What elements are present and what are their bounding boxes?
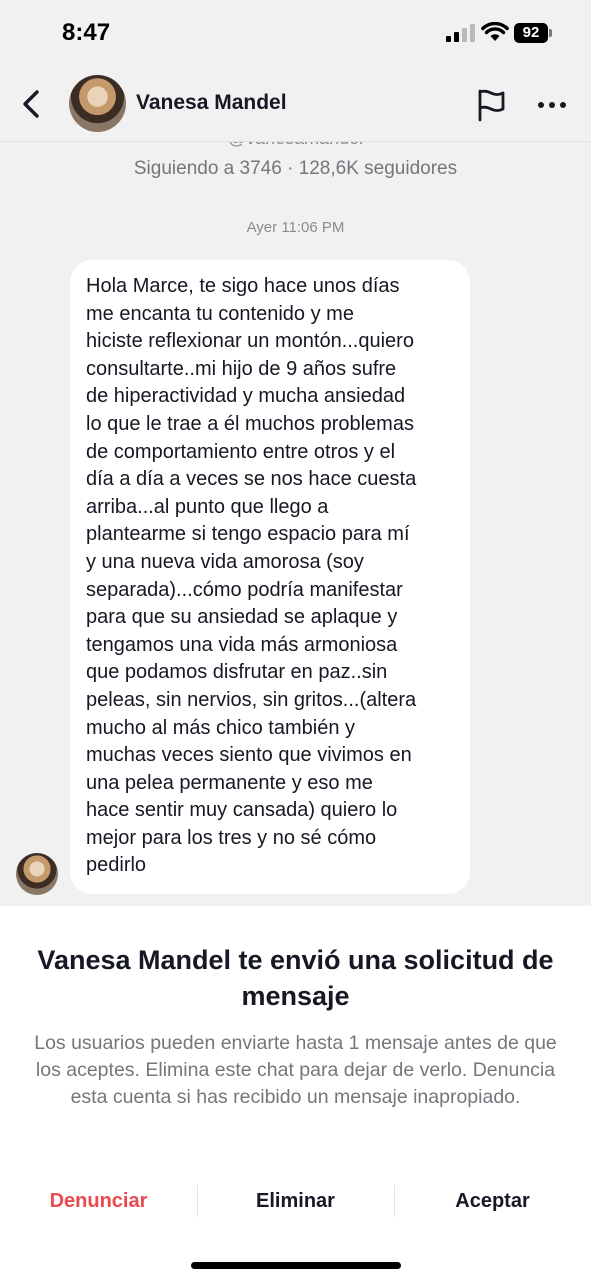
status-time: 8:47 [62, 19, 111, 46]
delete-button[interactable]: Eliminar [197, 1181, 394, 1221]
home-indicator[interactable] [191, 1262, 401, 1269]
battery-icon: 92 [514, 23, 548, 43]
battery-cap [549, 29, 552, 37]
chat-header: Vanesa Mandel [0, 66, 591, 142]
status-bar: 8:47 92 [0, 0, 591, 66]
more-icon[interactable] [535, 88, 569, 122]
sender-avatar[interactable] [16, 853, 58, 895]
message-request-panel: Vanesa Mandel te envió una solicitud de … [0, 906, 591, 1280]
follow-stats: Siguiendo a 3746 · 128,6K seguidores [133, 158, 458, 179]
avatar[interactable] [69, 75, 126, 132]
contact-name[interactable]: Vanesa Mandel [136, 91, 287, 115]
request-actions: Denunciar Eliminar Aceptar [0, 1181, 591, 1221]
request-description: Los usuarios pueden enviarte hasta 1 men… [34, 1032, 557, 1108]
report-button[interactable]: Denunciar [0, 1181, 197, 1221]
accept-button[interactable]: Aceptar [394, 1181, 591, 1221]
signal-icon [446, 24, 475, 42]
chevron-left-icon[interactable] [16, 86, 48, 122]
flag-icon[interactable] [474, 88, 508, 122]
message-bubble: Hola Marce, te sigo hace unos días me en… [70, 260, 470, 894]
request-title: Vanesa Mandel te envió una solicitud de … [37, 945, 554, 1011]
message-text: Hola Marce, te sigo hace unos días me en… [86, 275, 417, 877]
message-timestamp: Ayer 11:06 PM [246, 219, 345, 236]
wifi-icon [481, 22, 509, 41]
